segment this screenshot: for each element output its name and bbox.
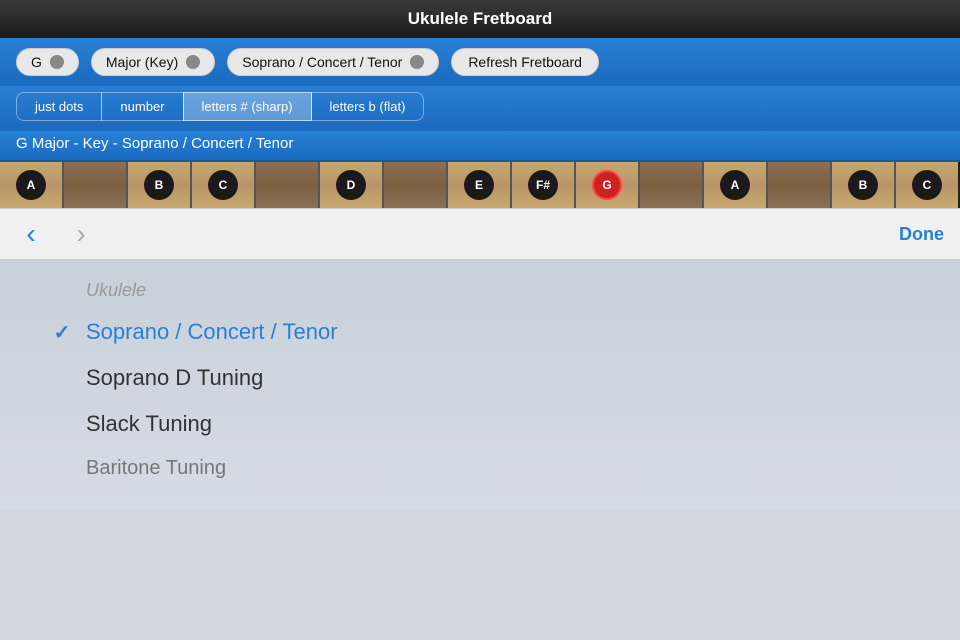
done-button[interactable]: Done	[899, 224, 944, 245]
note-A-0: A	[16, 170, 46, 200]
key-type-dot	[186, 55, 200, 69]
fret-cell-5: D	[320, 162, 384, 208]
fretboard-inner: A B C D E F# G A B C	[0, 162, 960, 208]
key-type-value: Major (Key)	[106, 54, 178, 70]
segment-bar: just dotsnumberletters # (sharp)letters …	[0, 86, 960, 131]
fret-cell-13: B	[832, 162, 896, 208]
segment-dots[interactable]: just dots	[16, 92, 102, 121]
key-type-control[interactable]: Major (Key)	[91, 48, 215, 76]
fret-cell-12	[768, 162, 832, 208]
fret-cell-6	[384, 162, 448, 208]
note-C-14: C	[912, 170, 942, 200]
picker-label-soprano-d: Soprano D Tuning	[86, 365, 263, 391]
note-E-7: E	[464, 170, 494, 200]
fret-cell-11: A	[704, 162, 768, 208]
picker-label-slack: Slack Tuning	[86, 411, 212, 437]
segment-letters-sharp[interactable]: letters # (sharp)	[183, 92, 312, 121]
picker-check-soprano-concert-tenor: ✓	[50, 320, 74, 345]
fret-cell-0: A	[0, 162, 64, 208]
fret-cell-8: F#	[512, 162, 576, 208]
segment-number[interactable]: number	[101, 92, 183, 121]
title-bar: Ukulele Fretboard	[0, 0, 960, 38]
fret-cell-1	[64, 162, 128, 208]
refresh-button[interactable]: Refresh Fretboard	[451, 48, 599, 76]
picker-item-soprano-d[interactable]: Soprano D Tuning	[50, 355, 910, 401]
key-control[interactable]: G	[16, 48, 79, 76]
note-C-3: C	[208, 170, 238, 200]
tuning-control[interactable]: Soprano / Concert / Tenor	[227, 48, 439, 76]
fret-cell-10	[640, 162, 704, 208]
nav-arrows: ‹ ›	[16, 218, 96, 250]
key-label: G Major - Key - Soprano / Concert / Teno…	[0, 131, 960, 160]
key-value: G	[31, 54, 42, 70]
next-button[interactable]: ›	[66, 218, 96, 250]
nav-bar: ‹ › Done	[0, 208, 960, 260]
fret-cell-4	[256, 162, 320, 208]
note-D-5: D	[336, 170, 366, 200]
note-B-13: B	[848, 170, 878, 200]
picker-area: Ukulele ✓ Soprano / Concert / Tenor Sopran…	[0, 260, 960, 510]
fretboard: A B C D E F# G A B C	[0, 160, 960, 208]
note-A-11: A	[720, 170, 750, 200]
picker-section-title: Ukulele	[50, 280, 910, 301]
controls-bar: G Major (Key) Soprano / Concert / Tenor …	[0, 38, 960, 86]
note-F#-8: F#	[528, 170, 558, 200]
note-G-9: G	[592, 170, 622, 200]
picker-items: ✓ Soprano / Concert / Tenor Soprano D Tuni…	[50, 309, 910, 490]
app-title: Ukulele Fretboard	[408, 9, 553, 29]
tuning-dot	[410, 55, 424, 69]
picker-item-soprano-concert-tenor[interactable]: ✓ Soprano / Concert / Tenor	[50, 309, 910, 355]
segment-letters-flat[interactable]: letters b (flat)	[311, 92, 425, 121]
fret-cell-9: G	[576, 162, 640, 208]
fret-cell-2: B	[128, 162, 192, 208]
fret-cell-7: E	[448, 162, 512, 208]
fret-cell-14: C	[896, 162, 960, 208]
key-dot	[50, 55, 64, 69]
picker-item-baritone[interactable]: Baritone Tuning	[50, 447, 910, 490]
note-B-2: B	[144, 170, 174, 200]
picker-item-slack[interactable]: Slack Tuning	[50, 401, 910, 447]
fret-cell-3: C	[192, 162, 256, 208]
prev-button[interactable]: ‹	[16, 218, 46, 250]
picker-label-baritone: Baritone Tuning	[86, 457, 226, 480]
tuning-value: Soprano / Concert / Tenor	[242, 54, 402, 70]
picker-label-soprano-concert-tenor: Soprano / Concert / Tenor	[86, 319, 338, 345]
